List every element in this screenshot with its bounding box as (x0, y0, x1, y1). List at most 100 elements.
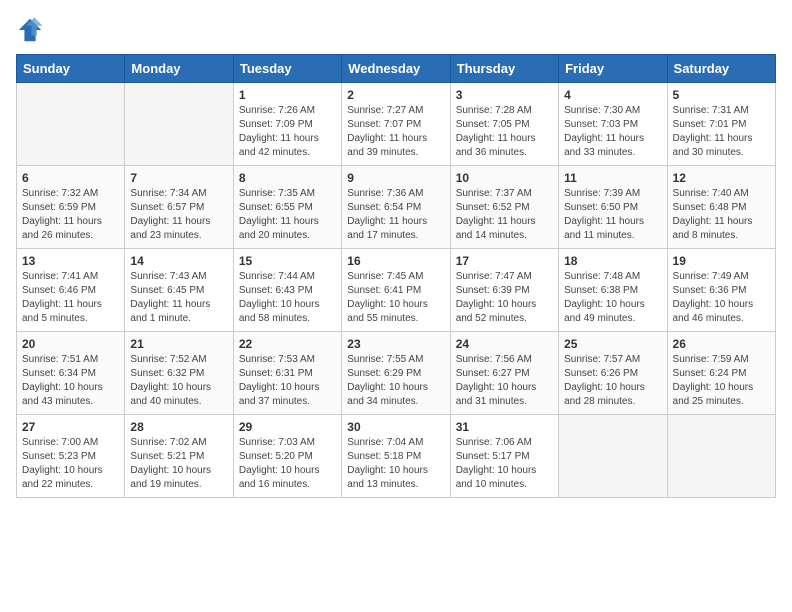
day-cell: 13 Sunrise: 7:41 AMSunset: 6:46 PMDayligh… (17, 249, 125, 332)
day-number: 20 (22, 337, 119, 351)
day-info: Sunrise: 7:34 AMSunset: 6:57 PMDaylight:… (130, 187, 227, 243)
day-info: Sunrise: 7:40 AMSunset: 6:48 PMDaylight:… (673, 187, 770, 243)
page-header (16, 16, 776, 44)
day-info: Sunrise: 7:52 AMSunset: 6:32 PMDaylight:… (130, 353, 227, 409)
day-info: Sunrise: 7:00 AMSunset: 5:23 PMDaylight:… (22, 436, 119, 492)
day-number: 30 (347, 420, 444, 434)
day-number: 17 (456, 254, 553, 268)
day-number: 2 (347, 88, 444, 102)
calendar-table: SundayMondayTuesdayWednesdayThursdayFrid… (16, 54, 776, 498)
day-cell: 28 Sunrise: 7:02 AMSunset: 5:21 PMDayligh… (125, 415, 233, 498)
day-cell: 16 Sunrise: 7:45 AMSunset: 6:41 PMDayligh… (342, 249, 450, 332)
day-header-friday: Friday (559, 55, 667, 83)
day-cell (559, 415, 667, 498)
day-cell: 5 Sunrise: 7:31 AMSunset: 7:01 PMDaylight… (667, 83, 775, 166)
day-info: Sunrise: 7:03 AMSunset: 5:20 PMDaylight:… (239, 436, 336, 492)
day-info: Sunrise: 7:49 AMSunset: 6:36 PMDaylight:… (673, 270, 770, 326)
day-number: 19 (673, 254, 770, 268)
day-number: 7 (130, 171, 227, 185)
day-info: Sunrise: 7:30 AMSunset: 7:03 PMDaylight:… (564, 104, 661, 160)
day-info: Sunrise: 7:39 AMSunset: 6:50 PMDaylight:… (564, 187, 661, 243)
day-cell: 2 Sunrise: 7:27 AMSunset: 7:07 PMDaylight… (342, 83, 450, 166)
day-info: Sunrise: 7:28 AMSunset: 7:05 PMDaylight:… (456, 104, 553, 160)
header-row: SundayMondayTuesdayWednesdayThursdayFrid… (17, 55, 776, 83)
day-cell (667, 415, 775, 498)
day-info: Sunrise: 7:31 AMSunset: 7:01 PMDaylight:… (673, 104, 770, 160)
day-cell: 21 Sunrise: 7:52 AMSunset: 6:32 PMDayligh… (125, 332, 233, 415)
day-number: 28 (130, 420, 227, 434)
day-number: 1 (239, 88, 336, 102)
week-row-2: 6Sunrise: 7:32 AMSunset: 6:59 PMDaylight… (17, 166, 776, 249)
day-number: 18 (564, 254, 661, 268)
day-cell: 10 Sunrise: 7:37 AMSunset: 6:52 PMDayligh… (450, 166, 558, 249)
day-cell: 27Sunrise: 7:00 AMSunset: 5:23 PMDayligh… (17, 415, 125, 498)
day-number: 11 (564, 171, 661, 185)
day-cell: 18 Sunrise: 7:48 AMSunset: 6:38 PMDayligh… (559, 249, 667, 332)
day-info: Sunrise: 7:27 AMSunset: 7:07 PMDaylight:… (347, 104, 444, 160)
day-number: 15 (239, 254, 336, 268)
day-number: 6 (22, 171, 119, 185)
week-row-3: 13 Sunrise: 7:41 AMSunset: 6:46 PMDayligh… (17, 249, 776, 332)
day-cell: 8 Sunrise: 7:35 AMSunset: 6:55 PMDaylight… (233, 166, 341, 249)
day-info: Sunrise: 7:47 AMSunset: 6:39 PMDaylight:… (456, 270, 553, 326)
day-number: 10 (456, 171, 553, 185)
day-number: 9 (347, 171, 444, 185)
day-number: 23 (347, 337, 444, 351)
day-info: Sunrise: 7:51 AMSunset: 6:34 PMDaylight:… (22, 353, 119, 409)
day-number: 21 (130, 337, 227, 351)
day-info: Sunrise: 7:57 AMSunset: 6:26 PMDaylight:… (564, 353, 661, 409)
day-header-sunday: Sunday (17, 55, 125, 83)
day-number: 29 (239, 420, 336, 434)
day-info: Sunrise: 7:56 AMSunset: 6:27 PMDaylight:… (456, 353, 553, 409)
day-number: 14 (130, 254, 227, 268)
day-cell: 9 Sunrise: 7:36 AMSunset: 6:54 PMDaylight… (342, 166, 450, 249)
day-number: 16 (347, 254, 444, 268)
day-cell: 20 Sunrise: 7:51 AMSunset: 6:34 PMDayligh… (17, 332, 125, 415)
day-info: Sunrise: 7:35 AMSunset: 6:55 PMDaylight:… (239, 187, 336, 243)
day-number: 25 (564, 337, 661, 351)
day-number: 12 (673, 171, 770, 185)
day-header-thursday: Thursday (450, 55, 558, 83)
day-number: 24 (456, 337, 553, 351)
day-cell: 30 Sunrise: 7:04 AMSunset: 5:18 PMDayligh… (342, 415, 450, 498)
week-row-1: 1Sunrise: 7:26 AMSunset: 7:09 PMDaylight… (17, 83, 776, 166)
day-number: 26 (673, 337, 770, 351)
day-cell: 4Sunrise: 7:30 AMSunset: 7:03 PMDaylight… (559, 83, 667, 166)
day-info: Sunrise: 7:48 AMSunset: 6:38 PMDaylight:… (564, 270, 661, 326)
day-info: Sunrise: 7:04 AMSunset: 5:18 PMDaylight:… (347, 436, 444, 492)
day-info: Sunrise: 7:02 AMSunset: 5:21 PMDaylight:… (130, 436, 227, 492)
day-number: 8 (239, 171, 336, 185)
day-info: Sunrise: 7:53 AMSunset: 6:31 PMDaylight:… (239, 353, 336, 409)
logo-icon (16, 16, 44, 44)
day-cell: 11 Sunrise: 7:39 AMSunset: 6:50 PMDayligh… (559, 166, 667, 249)
day-number: 13 (22, 254, 119, 268)
day-cell: 22 Sunrise: 7:53 AMSunset: 6:31 PMDayligh… (233, 332, 341, 415)
day-cell: 1Sunrise: 7:26 AMSunset: 7:09 PMDaylight… (233, 83, 341, 166)
day-cell: 19 Sunrise: 7:49 AMSunset: 6:36 PMDayligh… (667, 249, 775, 332)
day-cell: 7 Sunrise: 7:34 AMSunset: 6:57 PMDaylight… (125, 166, 233, 249)
day-info: Sunrise: 7:36 AMSunset: 6:54 PMDaylight:… (347, 187, 444, 243)
day-number: 5 (673, 88, 770, 102)
day-info: Sunrise: 7:06 AMSunset: 5:17 PMDaylight:… (456, 436, 553, 492)
day-info: Sunrise: 7:45 AMSunset: 6:41 PMDaylight:… (347, 270, 444, 326)
week-row-5: 27Sunrise: 7:00 AMSunset: 5:23 PMDayligh… (17, 415, 776, 498)
day-cell: 26 Sunrise: 7:59 AMSunset: 6:24 PMDayligh… (667, 332, 775, 415)
day-cell (125, 83, 233, 166)
day-info: Sunrise: 7:41 AMSunset: 6:46 PMDaylight:… (22, 270, 119, 326)
week-row-4: 20 Sunrise: 7:51 AMSunset: 6:34 PMDayligh… (17, 332, 776, 415)
day-cell: 25 Sunrise: 7:57 AMSunset: 6:26 PMDayligh… (559, 332, 667, 415)
day-number: 22 (239, 337, 336, 351)
day-header-wednesday: Wednesday (342, 55, 450, 83)
day-header-tuesday: Tuesday (233, 55, 341, 83)
logo (16, 16, 48, 44)
day-cell: 23 Sunrise: 7:55 AMSunset: 6:29 PMDayligh… (342, 332, 450, 415)
day-cell: 6Sunrise: 7:32 AMSunset: 6:59 PMDaylight… (17, 166, 125, 249)
day-cell: 12 Sunrise: 7:40 AMSunset: 6:48 PMDayligh… (667, 166, 775, 249)
day-info: Sunrise: 7:59 AMSunset: 6:24 PMDaylight:… (673, 353, 770, 409)
day-cell: 15Sunrise: 7:44 AMSunset: 6:43 PMDayligh… (233, 249, 341, 332)
day-info: Sunrise: 7:55 AMSunset: 6:29 PMDaylight:… (347, 353, 444, 409)
day-info: Sunrise: 7:43 AMSunset: 6:45 PMDaylight:… (130, 270, 227, 326)
day-cell: 3Sunrise: 7:28 AMSunset: 7:05 PMDaylight… (450, 83, 558, 166)
day-info: Sunrise: 7:37 AMSunset: 6:52 PMDaylight:… (456, 187, 553, 243)
day-number: 31 (456, 420, 553, 434)
